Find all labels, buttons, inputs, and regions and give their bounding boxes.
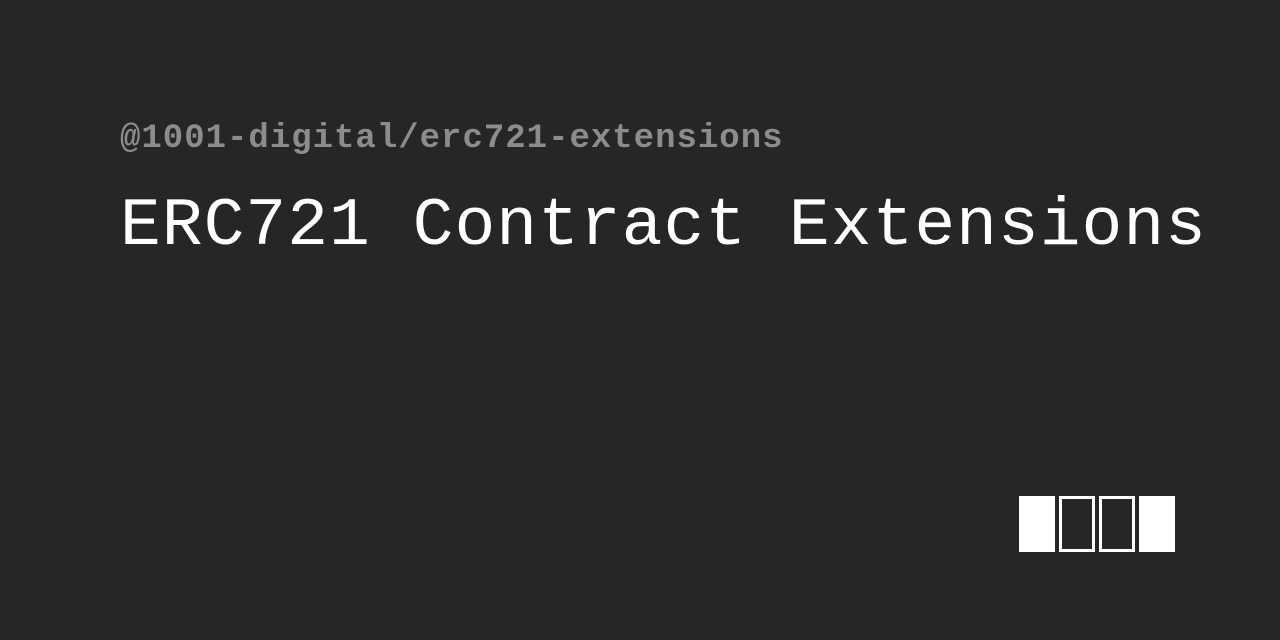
package-name: @1001-digital/erc721-extensions [120, 120, 1207, 158]
package-header: @1001-digital/erc721-extensions ERC721 C… [120, 120, 1207, 265]
logo-bar [1099, 496, 1135, 552]
logo-bar [1059, 496, 1095, 552]
logo-bar [1019, 496, 1055, 552]
logo-icon [1019, 496, 1175, 552]
package-title: ERC721 Contract Extensions [120, 188, 1207, 265]
logo-bar [1139, 496, 1175, 552]
